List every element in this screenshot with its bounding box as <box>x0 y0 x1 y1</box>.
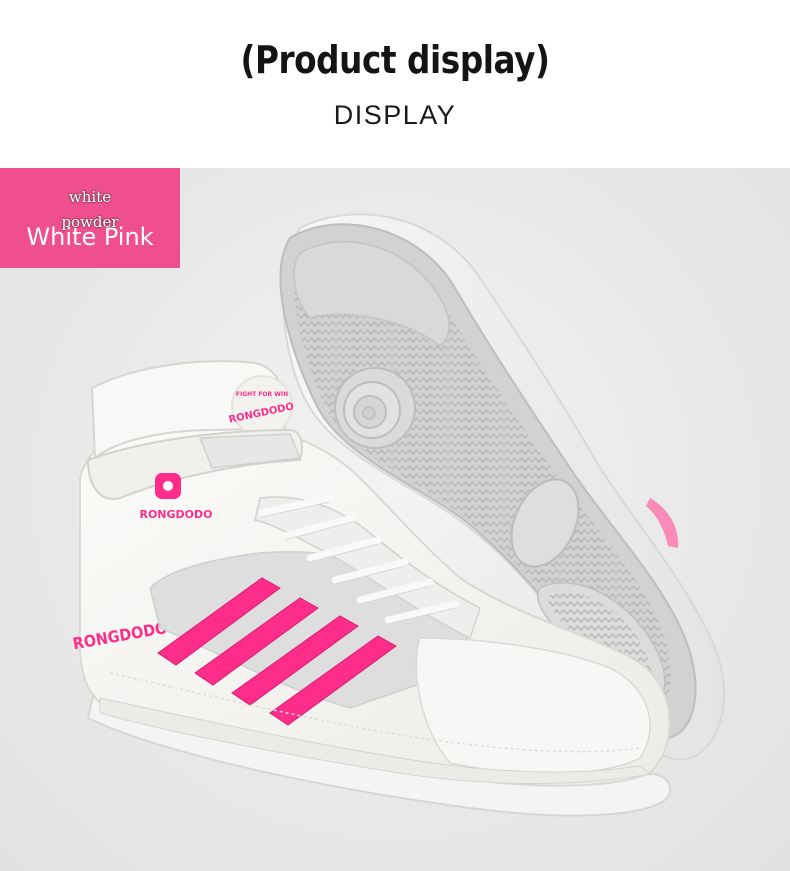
collar-text: FIGHT FOR WIN <box>236 391 288 398</box>
header: (Product display) DISPLAY <box>0 0 790 168</box>
color-badge: white White Pink powder <box>0 168 180 268</box>
strap-brand-text: RONGDODO <box>139 508 212 521</box>
badge-line-2: powder <box>61 213 119 231</box>
page-title: (Product display) <box>240 38 550 82</box>
badge-line-1: white <box>68 188 112 206</box>
shoes-illustration: FIGHT FOR WIN RONGDODO RONGDODO RONGDODO <box>71 213 726 817</box>
page-subtitle: DISPLAY <box>333 100 457 130</box>
product-photo: FIGHT FOR WIN RONGDODO RONGDODO RONGDODO <box>0 168 790 871</box>
